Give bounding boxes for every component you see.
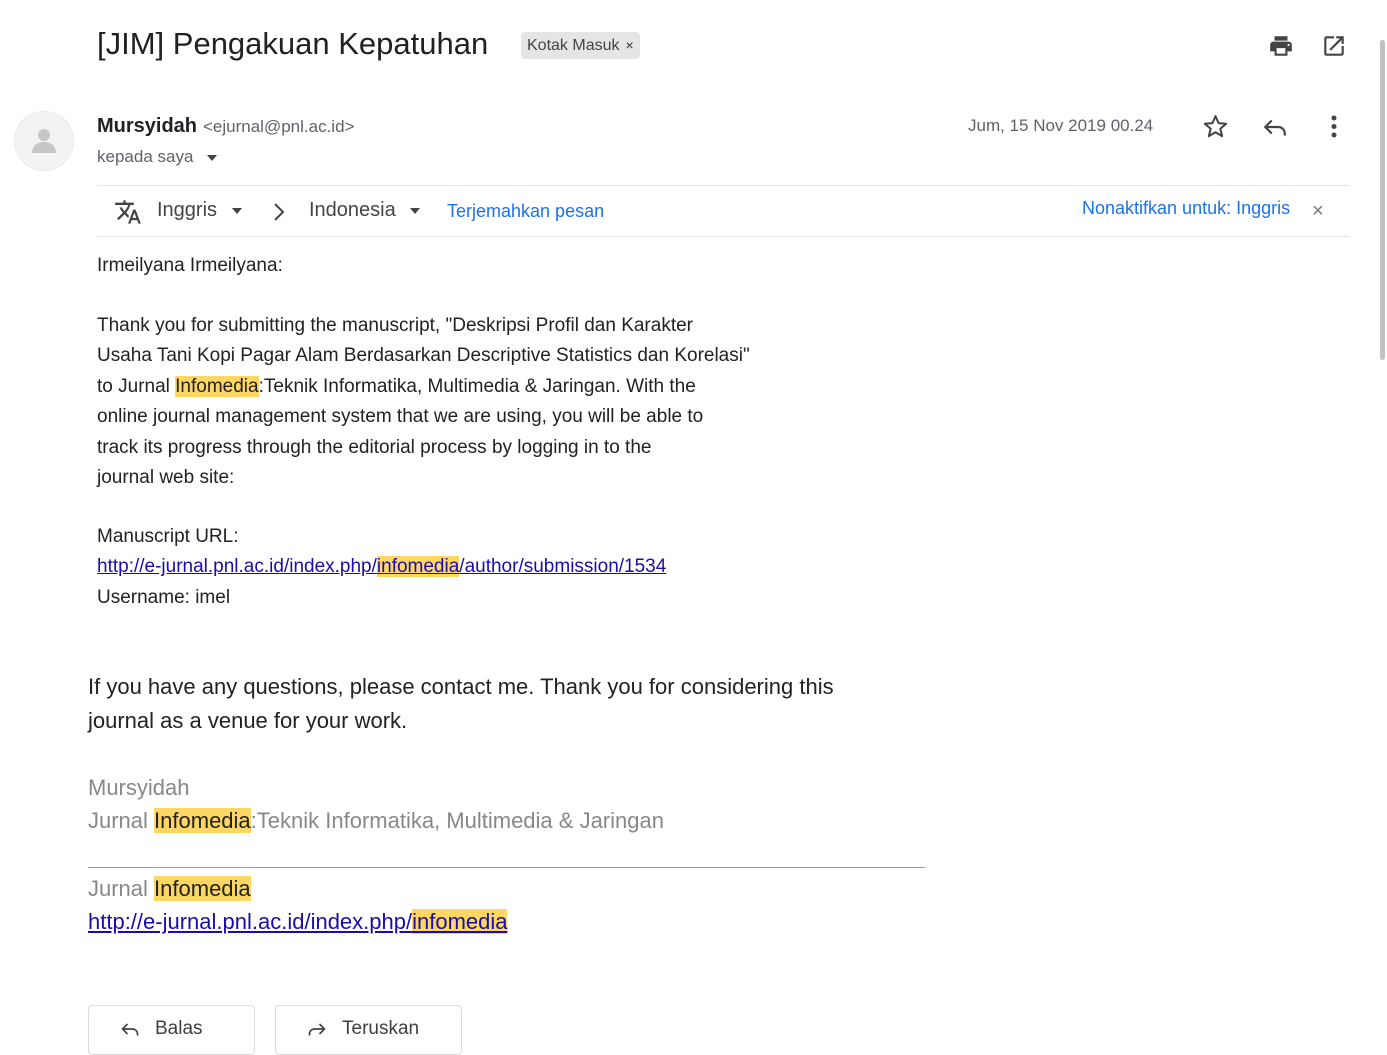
search-highlight: infomedia bbox=[376, 556, 460, 578]
reply-button-label: Balas bbox=[155, 1018, 203, 1039]
translate-message-link[interactable]: Terjemahkan pesan bbox=[447, 201, 604, 222]
source-language-label: Inggris bbox=[157, 199, 218, 221]
reply-button[interactable]: Balas bbox=[88, 1005, 255, 1055]
message-date: Jum, 15 Nov 2019 00.24 bbox=[968, 116, 1154, 135]
target-language-label: Indonesia bbox=[309, 199, 396, 221]
label-chip-text: Kotak Masuk bbox=[527, 37, 620, 54]
signature-journal: Jurnal Infomedia:Teknik Informatika, Mul… bbox=[88, 808, 664, 833]
avatar-placeholder-icon bbox=[32, 129, 56, 153]
open-in-new-window-icon[interactable] bbox=[1321, 33, 1347, 59]
label-chip-inbox: Kotak Masuk × bbox=[521, 32, 640, 59]
translate-bar-top-divider bbox=[97, 185, 1350, 186]
search-highlight: Infomedia bbox=[154, 808, 251, 833]
close-translate-bar-icon[interactable]: × bbox=[1312, 200, 1324, 223]
remove-label-icon[interactable]: × bbox=[625, 37, 633, 53]
body-text: :Teknik Informatika, Multimedia & Jaring… bbox=[258, 375, 696, 397]
username-line: Username: imel bbox=[97, 586, 231, 608]
search-highlight: Infomedia bbox=[175, 375, 259, 397]
journal-url-link[interactable]: http://e-jurnal.pnl.ac.id/index.php/info… bbox=[88, 909, 508, 934]
greeting: Irmeilyana Irmeilyana: bbox=[97, 255, 283, 276]
footer-journal: Jurnal Infomedia bbox=[88, 876, 251, 901]
translate-icon bbox=[113, 198, 143, 226]
email-subject: [JIM] Pengakuan Kepatuhan bbox=[97, 26, 489, 61]
signature: Mursyidah Jurnal Infomedia:Teknik Inform… bbox=[88, 771, 664, 837]
body-paragraph: Thank you for submitting the manuscript,… bbox=[97, 311, 750, 493]
signature-footer: Jurnal Infomedia http://e-jurnal.pnl.ac.… bbox=[88, 872, 508, 938]
sender-email: <ejurnal@pnl.ac.id> bbox=[203, 117, 355, 136]
manuscript-url-label: Manuscript URL: bbox=[97, 526, 239, 547]
avatar[interactable] bbox=[14, 111, 74, 171]
more-options-icon[interactable] bbox=[1326, 113, 1342, 140]
body-line: Thank you for submitting the manuscript,… bbox=[97, 315, 693, 336]
signature-name: Mursyidah bbox=[88, 775, 190, 800]
forward-icon bbox=[308, 1023, 326, 1036]
forward-button-label: Teruskan bbox=[342, 1018, 420, 1039]
body-line: journal web site: bbox=[97, 467, 235, 489]
caret-down-icon bbox=[410, 207, 421, 214]
manuscript-section: Manuscript URL: http://e-jurnal.pnl.ac.i… bbox=[97, 522, 666, 613]
source-language-dropdown[interactable]: Inggris bbox=[157, 199, 243, 222]
closing-paragraph: If you have any questions, please contac… bbox=[88, 670, 834, 738]
recipient-details-toggle[interactable]: kepada saya bbox=[97, 147, 218, 167]
reply-icon bbox=[121, 1023, 139, 1036]
body-line: to Jurnal Infomedia:Teknik Informatika, … bbox=[97, 372, 750, 402]
manuscript-url-link[interactable]: http://e-jurnal.pnl.ac.id/index.php/info… bbox=[97, 556, 666, 578]
caret-down-icon bbox=[231, 207, 242, 214]
body-text: to Jurnal bbox=[97, 375, 176, 397]
signature-divider bbox=[88, 867, 925, 868]
body-line: Usaha Tani Kopi Pagar Alam Berdasarkan D… bbox=[97, 345, 750, 367]
translate-bar-bottom-divider bbox=[97, 236, 1350, 237]
forward-button[interactable]: Teruskan bbox=[275, 1005, 462, 1055]
disable-translation-link[interactable]: Nonaktifkan untuk: Inggris bbox=[1082, 198, 1290, 219]
body-line: journal as a venue for your work. bbox=[88, 708, 408, 733]
body-line: If you have any questions, please contac… bbox=[88, 674, 834, 699]
star-icon[interactable] bbox=[1202, 113, 1229, 140]
search-highlight: Infomedia bbox=[154, 876, 251, 901]
search-highlight: infomedia bbox=[412, 909, 508, 934]
body-line: online journal management system that we… bbox=[97, 406, 704, 428]
caret-down-icon bbox=[207, 154, 218, 161]
chevron-right-icon bbox=[271, 201, 287, 223]
target-language-dropdown[interactable]: Indonesia bbox=[309, 199, 421, 222]
sender-name: Mursyidah bbox=[97, 115, 198, 137]
reply-icon[interactable] bbox=[1261, 114, 1289, 140]
body-line: track its progress through the editorial… bbox=[97, 436, 652, 458]
scrollbar[interactable] bbox=[1380, 40, 1385, 360]
recipient-label: kepada saya bbox=[97, 147, 194, 166]
print-icon[interactable] bbox=[1267, 33, 1295, 59]
